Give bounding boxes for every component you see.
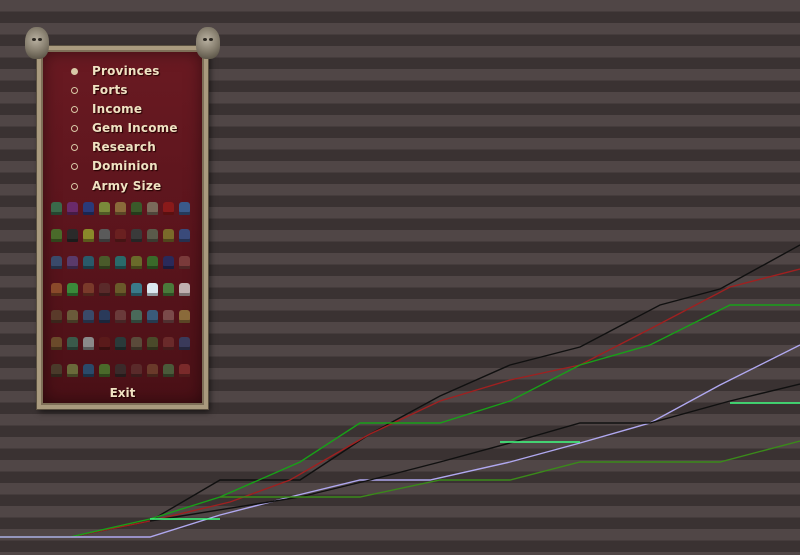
nation-icon[interactable] [51, 283, 62, 296]
exit-button[interactable]: Exit [41, 386, 204, 400]
nation-icon[interactable] [99, 229, 110, 242]
nation-icon[interactable] [99, 364, 110, 377]
nation-icon[interactable] [83, 337, 94, 350]
nation-icon[interactable] [83, 283, 94, 296]
nation-icon[interactable] [99, 310, 110, 323]
nation-icon[interactable] [179, 283, 190, 296]
nation-icon[interactable] [67, 337, 78, 350]
nation-icon[interactable] [115, 337, 126, 350]
nation-icon[interactable] [131, 310, 142, 323]
nation-icon[interactable] [115, 283, 126, 296]
nation-icon[interactable] [163, 364, 174, 377]
nation-icon[interactable] [99, 256, 110, 269]
nation-icon-grid [51, 202, 196, 382]
radio-button-forts[interactable] [71, 87, 78, 95]
series-line-8 [220, 440, 800, 498]
nation-icon[interactable] [163, 229, 174, 242]
nation-icon[interactable] [163, 310, 174, 323]
nation-icon[interactable] [147, 364, 158, 377]
nation-icon[interactable] [51, 364, 62, 377]
nation-icon[interactable] [147, 310, 158, 323]
radio-button-dominion[interactable] [71, 163, 78, 171]
nation-icon[interactable] [179, 364, 190, 377]
radio-button-income[interactable] [71, 106, 78, 114]
radio-button-research[interactable] [71, 144, 78, 152]
nation-icon[interactable] [131, 202, 142, 215]
nation-icon[interactable] [163, 256, 174, 269]
nation-icon[interactable] [67, 364, 78, 377]
nation-icon[interactable] [179, 256, 190, 269]
nation-icon[interactable] [179, 229, 190, 242]
nation-icon[interactable] [115, 229, 126, 242]
nation-icon[interactable] [147, 256, 158, 269]
nation-icon[interactable] [67, 310, 78, 323]
nation-icon[interactable] [179, 310, 190, 323]
nation-icon[interactable] [99, 337, 110, 350]
nation-icon[interactable] [67, 256, 78, 269]
nation-icon[interactable] [67, 202, 78, 215]
nation-icon[interactable] [179, 337, 190, 350]
nation-icon[interactable] [163, 283, 174, 296]
nation-icon[interactable] [83, 256, 94, 269]
nation-icon[interactable] [51, 202, 62, 215]
series-line-4 [149, 383, 800, 522]
nation-icon[interactable] [131, 283, 142, 296]
nation-icon[interactable] [131, 229, 142, 242]
radio-button-provinces[interactable] [71, 68, 78, 75]
nation-icon[interactable] [131, 364, 142, 377]
stone-head-ornament-left-icon [25, 27, 49, 59]
nation-icon[interactable] [67, 283, 78, 296]
nation-icon[interactable] [147, 337, 158, 350]
nation-icon[interactable] [147, 202, 158, 215]
nation-icon[interactable] [131, 337, 142, 350]
graph-options-panel: Provinces Forts Income Gem Income Resear… [36, 45, 209, 410]
nation-icon[interactable] [51, 256, 62, 269]
nation-icon[interactable] [163, 337, 174, 350]
nation-icon[interactable] [67, 229, 78, 242]
radio-button-army-size[interactable] [71, 182, 78, 190]
nation-icon[interactable] [131, 256, 142, 269]
nation-icon[interactable] [99, 202, 110, 215]
nation-icon[interactable] [147, 283, 158, 296]
nation-icon[interactable] [83, 229, 94, 242]
nation-icon[interactable] [115, 364, 126, 377]
nation-icon[interactable] [163, 202, 174, 215]
nation-icon[interactable] [115, 202, 126, 215]
nation-icon[interactable] [83, 202, 94, 215]
nation-icon[interactable] [83, 310, 94, 323]
radio-button-gem-income[interactable] [71, 125, 78, 133]
nation-icon[interactable] [99, 283, 110, 296]
nation-icon[interactable] [115, 256, 126, 269]
nation-icon[interactable] [179, 202, 190, 215]
stone-head-ornament-right-icon [196, 27, 220, 59]
nation-icon[interactable] [115, 310, 126, 323]
nation-icon[interactable] [51, 337, 62, 350]
nation-icon[interactable] [51, 229, 62, 242]
nation-icon[interactable] [147, 229, 158, 242]
nation-icon[interactable] [83, 364, 94, 377]
nation-icon[interactable] [51, 310, 62, 323]
